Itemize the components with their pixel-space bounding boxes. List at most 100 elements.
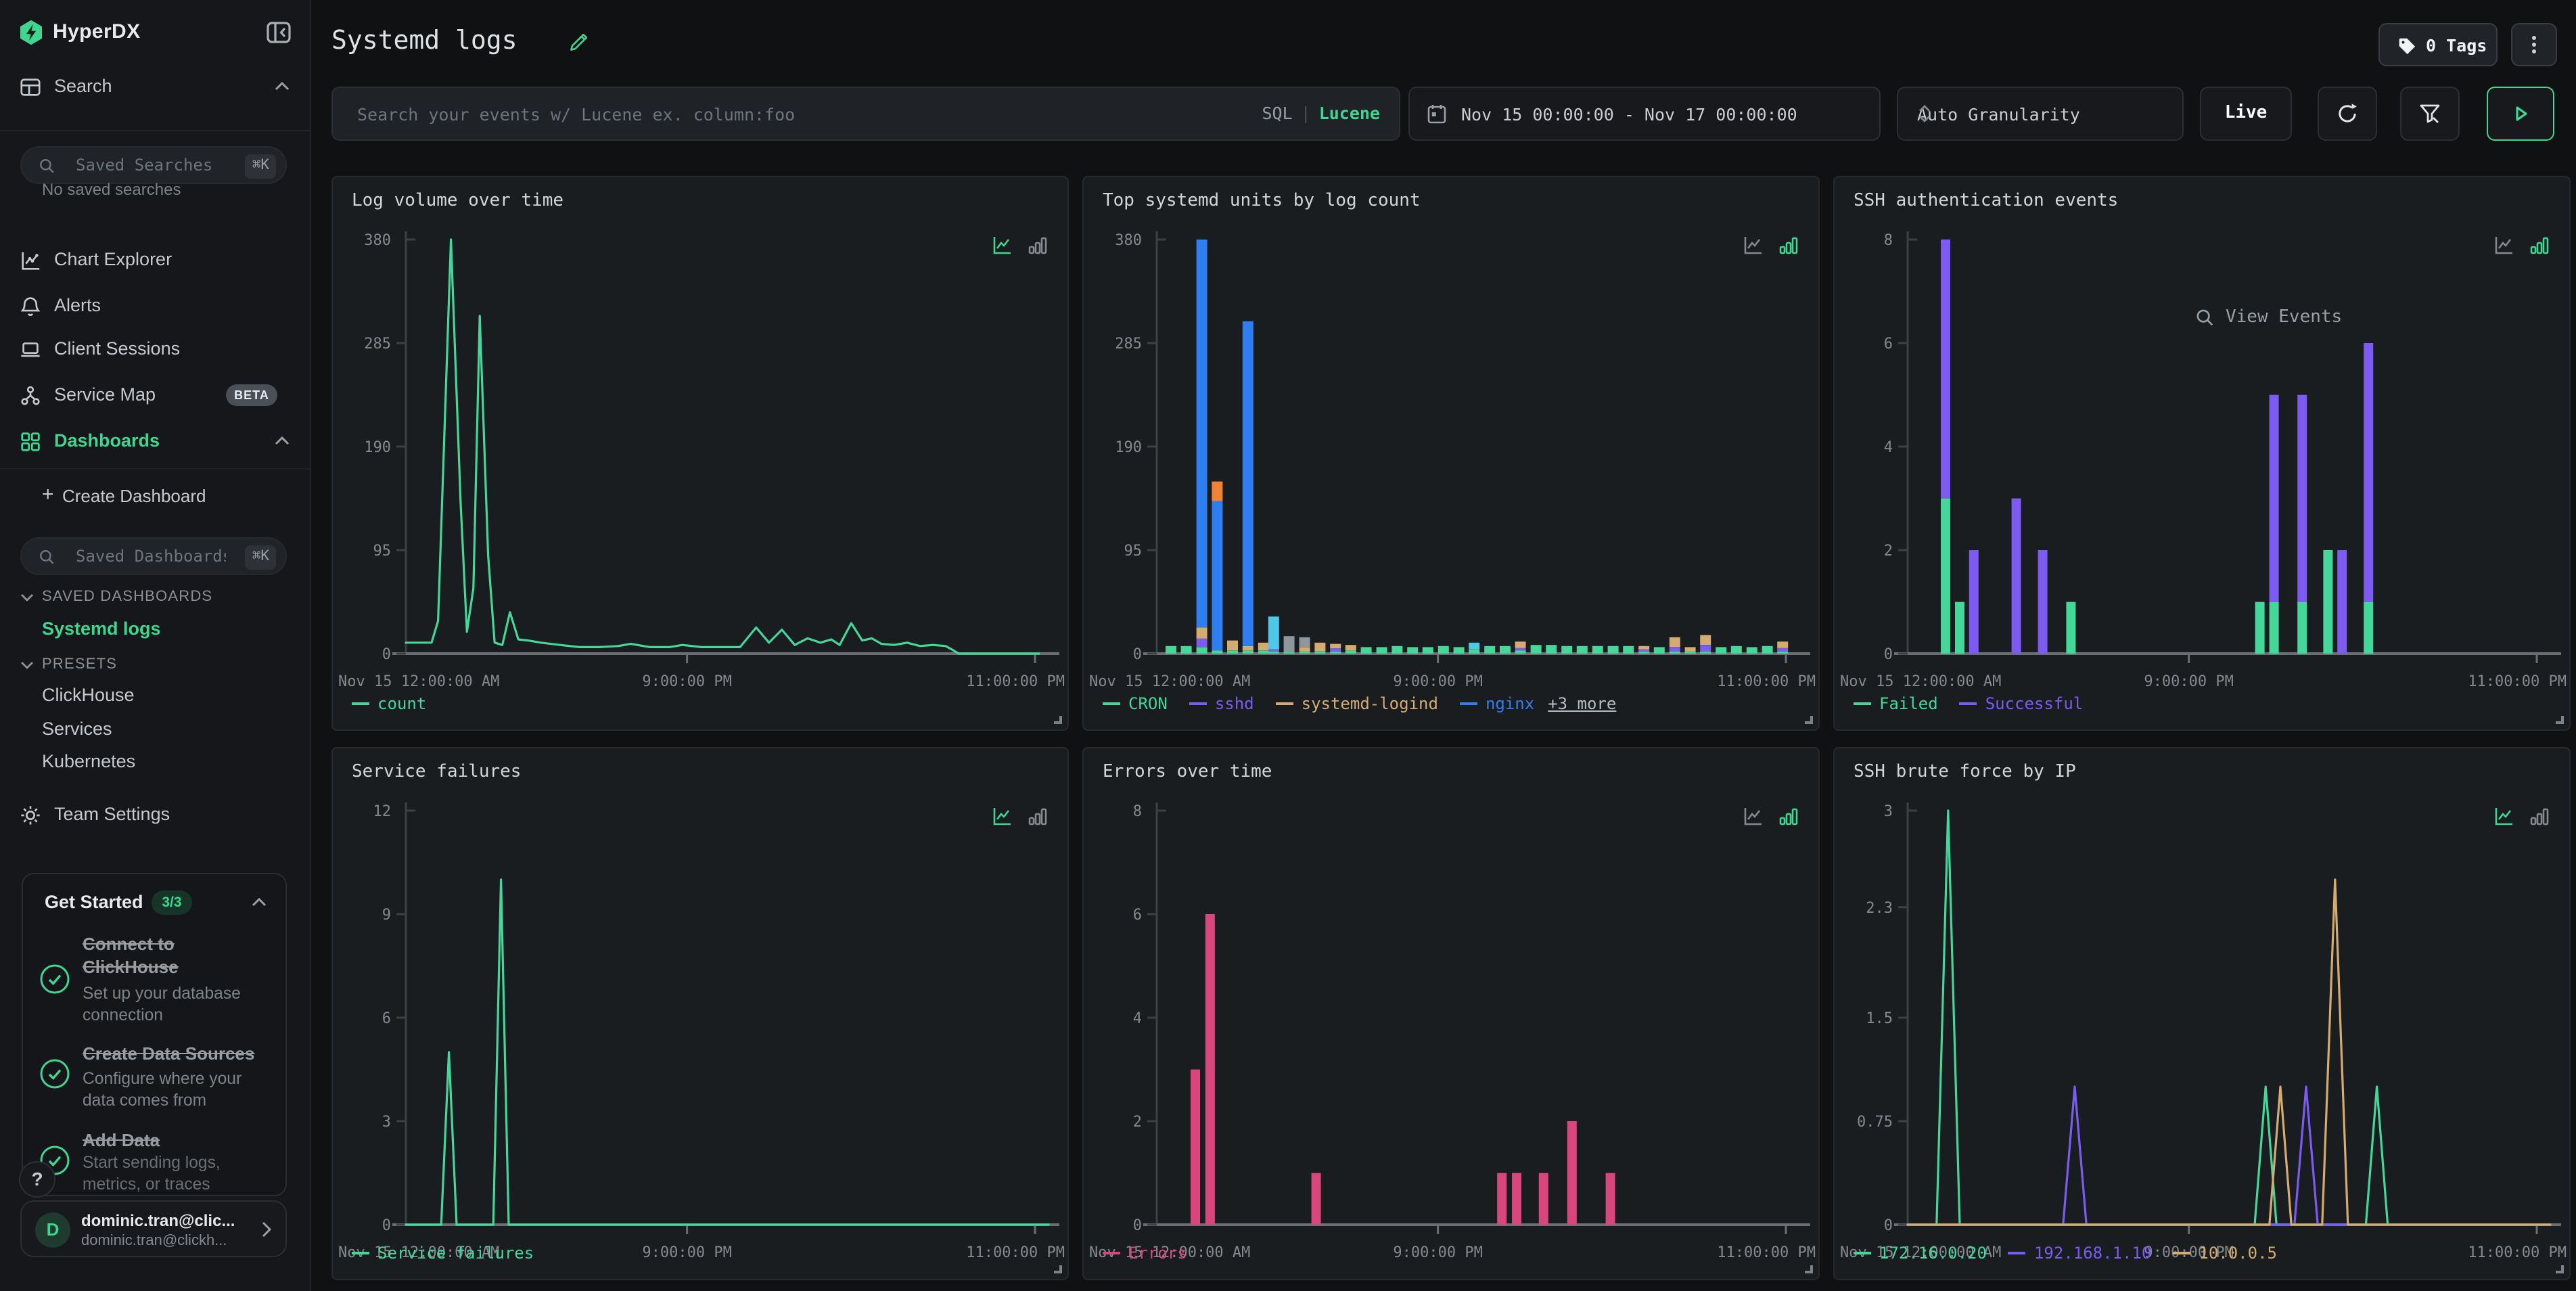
saved-dashboards-input[interactable] — [73, 539, 229, 574]
panel-top-units: Top systemd units by log count0951902853… — [1082, 176, 1820, 731]
tags-button[interactable]: 0 Tags — [2378, 23, 2498, 66]
kebab-icon — [2522, 32, 2546, 57]
legend-swatch — [1854, 1252, 1871, 1254]
legend-item[interactable]: Failed — [1854, 694, 1938, 713]
chart-ssh-brute[interactable]: 00.751.52.33Nov 15 12:00:00 AM9:00:00 PM… — [1835, 748, 2572, 1282]
play-icon — [2508, 101, 2533, 126]
legend-item[interactable]: count — [352, 694, 426, 713]
run-query-button[interactable] — [2487, 87, 2554, 141]
panel-resize-handle[interactable] — [1054, 1265, 1062, 1273]
legend-item[interactable]: Successful — [1960, 694, 2084, 713]
page-title: Systemd logs — [331, 26, 518, 55]
sidebar-collapse-icon[interactable] — [265, 19, 292, 46]
panel-resize-handle[interactable] — [1805, 1265, 1813, 1273]
filter-edit-icon — [2418, 101, 2442, 126]
lucene-option[interactable]: Lucene — [1319, 103, 1380, 123]
saved-searches-search[interactable]: ⌘K — [20, 146, 287, 184]
svg-text:3: 3 — [382, 1114, 391, 1131]
legend-item[interactable]: CRON — [1103, 694, 1168, 713]
legend-item[interactable]: 192.168.1.10 — [2008, 1244, 2151, 1263]
sidebar-item-service-map[interactable]: Service Map BETA — [0, 379, 311, 414]
saved-dashboards-search[interactable]: ⌘K — [20, 537, 287, 575]
edit-title-pencil-icon[interactable] — [568, 31, 590, 53]
app-root: HyperDX Search ⌘K No saved searches — [0, 0, 2576, 1291]
svg-text:11:00:00 PM: 11:00:00 PM — [1717, 673, 1816, 690]
plus-icon: + — [42, 483, 54, 506]
chart-explorer-icon — [19, 249, 42, 272]
time-range-picker[interactable]: Nov 15 00:00:00 - Nov 17 00:00:00 — [1408, 87, 1881, 141]
group-presets[interactable]: PRESETS — [42, 656, 117, 673]
chart-service-failures[interactable]: 036912Nov 15 12:00:00 AM9:00:00 PM11:00:… — [333, 748, 1070, 1282]
svg-text:95: 95 — [373, 543, 392, 560]
event-search-box[interactable]: SQL|Lucene — [331, 87, 1400, 141]
svg-text:285: 285 — [364, 336, 391, 353]
sidebar-preset-services[interactable]: Services — [42, 719, 112, 739]
get-started-step-title[interactable]: Create Data Sources — [83, 1042, 269, 1065]
create-dashboard-button[interactable]: + Create Dashboard — [0, 480, 311, 516]
filters-button[interactable] — [2400, 87, 2460, 141]
panel-resize-handle[interactable] — [1054, 716, 1062, 724]
chevron-up-icon — [275, 436, 290, 447]
chart-top-units[interactable]: 095190285380Nov 15 12:00:00 AM9:00:00 PM… — [1084, 177, 1821, 732]
svg-text:285: 285 — [1115, 336, 1142, 353]
sidebar-item-label: Chart Explorer — [54, 249, 172, 269]
granularity-select[interactable]: Auto Granularity — [1897, 87, 2184, 141]
chart-log-volume[interactable]: 095190285380Nov 15 12:00:00 AM9:00:00 PM… — [333, 177, 1070, 732]
svg-text:0: 0 — [382, 646, 391, 663]
view-events-label: View Events — [2226, 307, 2342, 327]
sidebar-item-client-sessions[interactable]: Client Sessions — [0, 333, 311, 368]
event-search-input[interactable] — [354, 89, 1112, 138]
sidebar-item-label: Search — [54, 76, 112, 96]
query-language-toggle[interactable]: SQL|Lucene — [1262, 103, 1380, 123]
legend-label: systemd-logind — [1302, 694, 1438, 713]
dashboard-menu-button[interactable] — [2511, 23, 2557, 66]
svg-text:0: 0 — [1884, 646, 1893, 663]
panel-errors: Errors over time02468Nov 15 12:00:00 AM9… — [1082, 747, 1820, 1280]
svg-text:Nov 15 12:00:00 AM: Nov 15 12:00:00 AM — [1840, 673, 2001, 690]
svg-text:0.75: 0.75 — [1857, 1114, 1893, 1131]
sidebar-item-search[interactable]: Search — [0, 70, 311, 106]
svg-text:4: 4 — [1133, 1010, 1142, 1027]
sidebar-item-label: Alerts — [54, 295, 101, 315]
legend-item[interactable]: systemd-logind — [1276, 694, 1438, 713]
group-saved-dashboards[interactable]: SAVED DASHBOARDS — [42, 589, 212, 605]
panel-resize-handle[interactable] — [1805, 716, 1813, 724]
sidebar-item-dashboards[interactable]: Dashboards — [0, 425, 311, 460]
shortcut-badge: ⌘K — [246, 154, 276, 179]
legend-item[interactable]: 10.0.0.5 — [2173, 1244, 2277, 1263]
legend-item[interactable]: nginx — [1460, 694, 1534, 713]
sidebar-item-team-settings[interactable]: Team Settings — [0, 798, 311, 834]
legend-more-link[interactable]: +3 more — [1548, 694, 1616, 713]
legend-item[interactable]: sshd — [1189, 694, 1254, 713]
get-started-title: Get Started — [45, 892, 143, 912]
sidebar-item-alerts[interactable]: Alerts — [0, 290, 311, 325]
search-table-icon — [19, 76, 42, 99]
saved-searches-input[interactable] — [73, 148, 229, 183]
sidebar-item-chart-explorer[interactable]: Chart Explorer — [0, 244, 311, 279]
get-started-step-title[interactable]: Add Data — [83, 1129, 269, 1152]
panel-resize-handle[interactable] — [2556, 716, 2564, 724]
legend-item[interactable]: Errors — [1103, 1244, 1187, 1263]
get-started-step-desc: Start sending logs, metrics, or traces — [83, 1152, 272, 1195]
sidebar-preset-clickhouse[interactable]: ClickHouse — [42, 685, 135, 705]
help-button[interactable]: ? — [19, 1161, 55, 1198]
live-button[interactable]: Live — [2200, 87, 2292, 141]
chart-ssh-auth[interactable]: 02468Nov 15 12:00:00 AM9:00:00 PM11:00:0… — [1835, 177, 2572, 732]
sidebar-preset-kubernetes[interactable]: Kubernetes — [42, 751, 135, 771]
legend-label: nginx — [1486, 694, 1534, 713]
user-menu[interactable]: D dominic.tran@clic... dominic.tran@clic… — [20, 1200, 287, 1257]
panel-log-volume: Log volume over time095190285380Nov 15 1… — [331, 176, 1069, 731]
svg-text:11:00:00 PM: 11:00:00 PM — [2468, 673, 2567, 690]
chevron-up-icon[interactable] — [252, 897, 267, 908]
view-events-button[interactable]: View Events — [2194, 307, 2342, 327]
sidebar-dashboard-systemd-logs[interactable]: Systemd logs — [42, 618, 161, 639]
svg-text:11:00:00 PM: 11:00:00 PM — [2468, 1244, 2567, 1261]
panel-resize-handle[interactable] — [2556, 1265, 2564, 1273]
sql-option[interactable]: SQL — [1262, 103, 1292, 123]
svg-text:8: 8 — [1133, 803, 1142, 820]
legend-item[interactable]: 172.16.0.20 — [1854, 1244, 1987, 1263]
get-started-step-title[interactable]: Connect to ClickHouse — [83, 932, 269, 978]
refresh-button[interactable] — [2318, 87, 2377, 141]
legend-item[interactable]: Service failures — [352, 1244, 534, 1263]
chart-errors[interactable]: 02468Nov 15 12:00:00 AM9:00:00 PM11:00:0… — [1084, 748, 1821, 1282]
